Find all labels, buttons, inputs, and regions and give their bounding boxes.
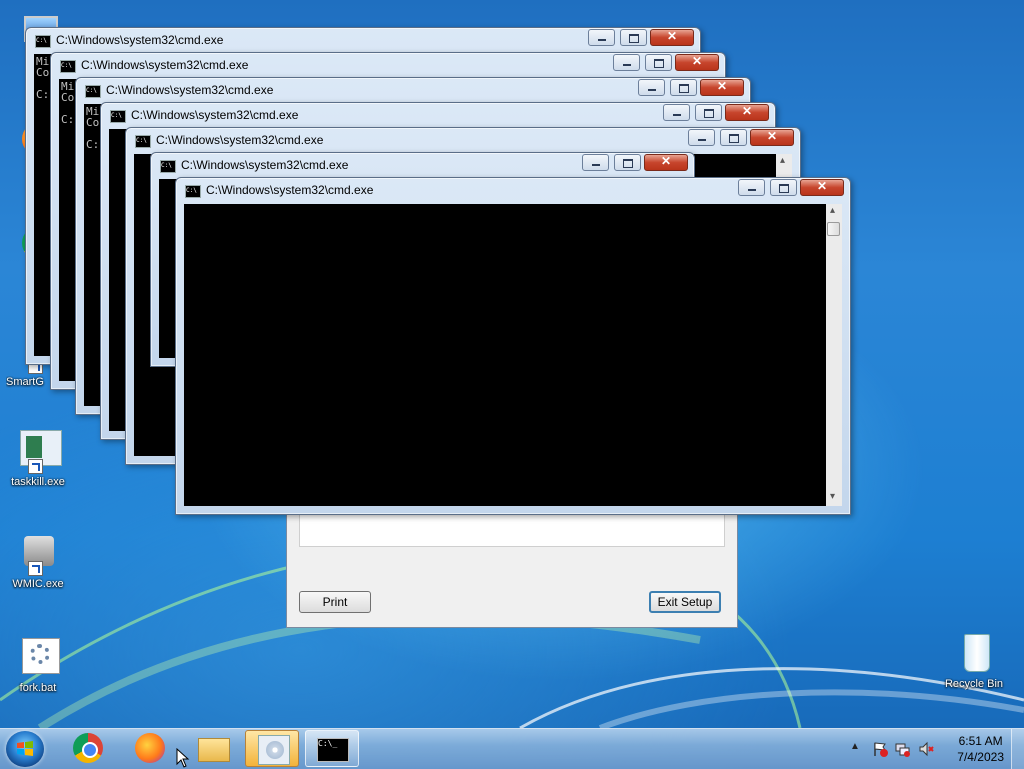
- vertical-scrollbar[interactable]: [826, 204, 842, 506]
- clock[interactable]: 6:51 AM 7/4/2023: [957, 733, 1004, 765]
- taskkill-icon: [16, 430, 62, 474]
- close-button[interactable]: [650, 29, 694, 46]
- cmd-icon: C:\_: [317, 738, 349, 762]
- close-button[interactable]: [644, 154, 688, 171]
- minimize-button[interactable]: [613, 54, 640, 71]
- taskbar-cmd[interactable]: C:\_: [305, 730, 359, 767]
- desktop-icon-label: WMIC.exe: [12, 578, 64, 590]
- cmd-title-bar[interactable]: C:\ C:\Windows\system32\cmd.exe: [76, 78, 750, 104]
- cmd-window-title: C:\Windows\system32\cmd.exe: [131, 108, 299, 122]
- mouse-cursor-icon: [176, 748, 190, 768]
- cmd-app-icon: C:\: [60, 60, 76, 73]
- desktop-icon-recycle-bin[interactable]: Recycle Bin: [938, 632, 1010, 690]
- maximize-button[interactable]: [670, 79, 697, 96]
- cmd-title-bar[interactable]: C:\ C:\Windows\system32\cmd.exe: [176, 178, 850, 204]
- minimize-button[interactable]: [582, 154, 609, 171]
- network-icon[interactable]: [894, 741, 910, 757]
- maximize-button[interactable]: [614, 154, 641, 171]
- close-button[interactable]: [800, 179, 844, 196]
- taskbar-chrome[interactable]: [62, 730, 116, 767]
- close-button[interactable]: [750, 129, 794, 146]
- cmd-window-title: C:\Windows\system32\cmd.exe: [56, 33, 224, 47]
- maximize-button[interactable]: [620, 29, 647, 46]
- clock-date: 7/4/2023: [957, 750, 1004, 764]
- volume-muted-icon[interactable]: [918, 741, 934, 757]
- maximize-button[interactable]: [770, 179, 797, 196]
- taskbar-setup[interactable]: [245, 730, 299, 767]
- cmd-window[interactable]: C:\ C:\Windows\system32\cmd.exe: [175, 177, 851, 515]
- cmd-window-title: C:\Windows\system32\cmd.exe: [181, 158, 349, 172]
- cmd-app-icon: C:\: [135, 135, 151, 148]
- start-button[interactable]: [6, 731, 44, 767]
- desktop-icon-label: fork.bat: [19, 682, 57, 694]
- action-center-flag-icon[interactable]: [872, 741, 888, 757]
- clock-time: 6:51 AM: [958, 734, 1003, 748]
- scroll-thumb[interactable]: [827, 222, 840, 236]
- exit-setup-button[interactable]: Exit Setup: [649, 591, 721, 613]
- close-button[interactable]: [725, 104, 769, 121]
- taskbar-firefox[interactable]: [124, 730, 178, 767]
- system-tray: ▲ 6:51 AM 7/4/2023: [834, 729, 1024, 769]
- desktop-icon-taskkill[interactable]: taskkill.exe: [2, 430, 74, 488]
- windows-logo-icon: [17, 741, 33, 756]
- taskbar-file-explorer[interactable]: [186, 730, 240, 767]
- desktop-icon-wmic[interactable]: WMIC.exe: [2, 532, 74, 590]
- show-hidden-icons-arrow-icon[interactable]: ▲: [850, 741, 866, 757]
- wmic-icon: [16, 532, 60, 576]
- cmd-title-bar[interactable]: C:\ C:\Windows\system32\cmd.exe: [151, 153, 694, 179]
- cmd-title-bar[interactable]: C:\ C:\Windows\system32\cmd.exe: [26, 28, 700, 54]
- close-button[interactable]: [700, 79, 744, 96]
- show-desktop-button[interactable]: [1011, 729, 1024, 769]
- folder-icon: [198, 738, 230, 762]
- console-output[interactable]: [184, 204, 826, 506]
- firefox-icon: [135, 733, 165, 763]
- cmd-title-bar[interactable]: C:\ C:\Windows\system32\cmd.exe: [126, 128, 800, 154]
- recycle-bin-icon: [952, 632, 996, 676]
- desktop-icon-label: Recycle Bin: [944, 678, 1004, 690]
- cmd-window-title: C:\Windows\system32\cmd.exe: [106, 83, 274, 97]
- cmd-title-bar[interactable]: C:\ C:\Windows\system32\cmd.exe: [101, 103, 775, 129]
- maximize-button[interactable]: [695, 104, 722, 121]
- scroll-down-arrow-icon[interactable]: [826, 490, 842, 506]
- scroll-up-arrow-icon[interactable]: [826, 204, 842, 220]
- taskbar: C:\_ ▲ 6:51 AM 7/4/2023: [0, 728, 1024, 769]
- maximize-button[interactable]: [720, 129, 747, 146]
- minimize-button[interactable]: [588, 29, 615, 46]
- scroll-up-arrow-icon[interactable]: [776, 154, 792, 170]
- cmd-title-bar[interactable]: C:\ C:\Windows\system32\cmd.exe: [51, 53, 725, 79]
- minimize-button[interactable]: [638, 79, 665, 96]
- cmd-app-icon: C:\: [160, 160, 176, 173]
- cmd-window-title: C:\Windows\system32\cmd.exe: [206, 183, 374, 197]
- cmd-app-icon: C:\: [110, 110, 126, 123]
- minimize-button[interactable]: [738, 179, 765, 196]
- cmd-app-icon: C:\: [185, 185, 201, 198]
- print-button[interactable]: Print: [299, 591, 371, 613]
- cmd-app-icon: C:\: [35, 35, 51, 48]
- cmd-app-icon: C:\: [85, 85, 101, 98]
- cmd-window-title: C:\Windows\system32\cmd.exe: [156, 133, 324, 147]
- desktop-icon-fork[interactable]: fork.bat: [2, 636, 74, 694]
- minimize-button[interactable]: [688, 129, 715, 146]
- desktop-icon-label: taskkill.exe: [11, 476, 65, 488]
- minimize-button[interactable]: [663, 104, 690, 121]
- setup-log-area[interactable]: [299, 511, 725, 547]
- gear-icon: [16, 636, 60, 680]
- cmd-window-title: C:\Windows\system32\cmd.exe: [81, 58, 249, 72]
- close-button[interactable]: [675, 54, 719, 71]
- maximize-button[interactable]: [645, 54, 672, 71]
